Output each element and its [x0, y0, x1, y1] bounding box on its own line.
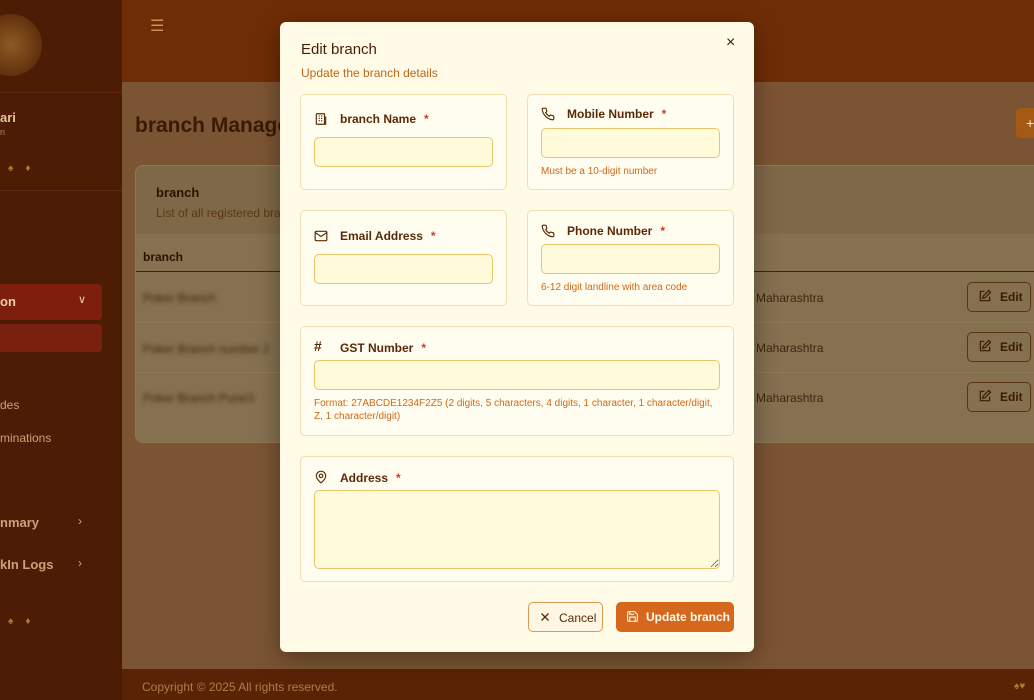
- table-cell-state: Maharashtra: [756, 341, 824, 355]
- sidebar-divider: [0, 92, 122, 93]
- edit-button-label: Edit: [1000, 340, 1023, 354]
- gst-number-hint: Format: 27ABCDE1234F2Z5 (2 digits, 5 cha…: [314, 398, 713, 422]
- chevron-right-icon: ›: [78, 514, 82, 528]
- chevron-right-icon: ›: [78, 556, 82, 570]
- phone-number-label: Phone Number *: [567, 224, 666, 238]
- gst-number-section: # GST Number * Format: 27ABCDE1234F2Z5 (2…: [300, 326, 734, 436]
- email-address-input[interactable]: [314, 254, 493, 284]
- table-cell-branch: Poker Branch: [143, 291, 216, 305]
- map-pin-icon: [315, 470, 327, 484]
- phone-number-input[interactable]: [541, 244, 720, 274]
- address-label: Address *: [340, 471, 401, 485]
- edit-icon: [979, 389, 992, 402]
- column-header-branch: branch: [143, 250, 184, 264]
- chevron-down-icon: ∨: [78, 294, 87, 306]
- edit-button-label: Edit: [1000, 390, 1023, 404]
- mail-icon: [314, 230, 328, 242]
- footer-copyright: Copyright © 2025 All rights reserved.: [142, 680, 338, 694]
- close-icon[interactable]: ×: [726, 34, 735, 52]
- card-subtitle: List of all registered bran: [156, 206, 288, 220]
- save-icon: [627, 611, 638, 622]
- address-textarea[interactable]: [314, 490, 720, 569]
- phone-icon: [541, 107, 555, 121]
- edit-button[interactable]: Edit: [967, 282, 1031, 312]
- phone-number-section: Phone Number * 6-12 digit landline with a…: [527, 210, 734, 306]
- sidebar-item-denominations[interactable]: minations: [0, 431, 51, 445]
- building-icon: [315, 113, 327, 125]
- decor-suits-icon: ♠♦: [8, 616, 43, 627]
- edit-icon: [979, 289, 992, 302]
- sidebar-active-label: on: [0, 294, 16, 309]
- decor-suits-icon: ♠♥: [1014, 681, 1026, 692]
- card-title: branch: [156, 185, 200, 200]
- modal-title: Edit branch: [301, 41, 377, 58]
- branch-name-label: branch Name *: [340, 112, 429, 126]
- decor-suits-icon: ♠♦: [8, 163, 43, 174]
- table-cell-branch: Poker Branch number 2: [143, 342, 270, 356]
- edit-branch-modal: Edit branch Update the branch details × …: [280, 22, 754, 652]
- gst-number-label: GST Number *: [340, 341, 427, 355]
- table-cell-state: Maharashtra: [756, 391, 824, 405]
- user-name: ari: [0, 110, 16, 125]
- table-cell-state: Maharashtra: [756, 291, 824, 305]
- edit-button-label: Edit: [1000, 290, 1023, 304]
- phone-icon: [541, 224, 555, 238]
- cancel-button-label: Cancel: [559, 611, 597, 625]
- sidebar-item-summary[interactable]: nmary: [0, 515, 39, 530]
- mobile-number-hint: Must be a 10-digit number: [541, 166, 658, 177]
- close-icon: [541, 613, 549, 621]
- phone-number-hint: 6-12 digit landline with area code: [541, 282, 688, 293]
- gst-number-input[interactable]: [314, 360, 720, 390]
- sidebar-item-codes[interactable]: des: [0, 398, 19, 412]
- user-role: n: [0, 127, 6, 137]
- menu-icon[interactable]: ☰: [150, 16, 164, 36]
- mobile-number-section: Mobile Number * Must be a 10-digit number: [527, 94, 734, 190]
- sidebar-divider: [0, 190, 122, 191]
- sidebar-subitem-active[interactable]: [0, 324, 102, 352]
- branch-name-input[interactable]: [314, 137, 493, 167]
- email-address-section: Email Address *: [300, 210, 507, 306]
- edit-button[interactable]: Edit: [967, 332, 1031, 362]
- edit-icon: [979, 339, 992, 352]
- sidebar-item-checkin-logs[interactable]: kIn Logs: [0, 557, 53, 572]
- email-address-label: Email Address *: [340, 229, 436, 243]
- update-branch-label: Update branch: [646, 610, 731, 624]
- add-branch-button[interactable]: +: [1016, 108, 1034, 138]
- mobile-number-label: Mobile Number *: [567, 107, 667, 121]
- hash-icon: #: [314, 338, 322, 354]
- edit-button[interactable]: Edit: [967, 382, 1031, 412]
- mobile-number-input[interactable]: [541, 128, 720, 158]
- table-cell-branch: Poker Branch Pune3: [143, 391, 254, 405]
- update-branch-button[interactable]: Update branch: [616, 602, 734, 632]
- modal-subtitle: Update the branch details: [301, 66, 438, 80]
- branch-name-section: branch Name *: [300, 94, 507, 190]
- page-title: branch Manage: [135, 114, 290, 137]
- cancel-button[interactable]: Cancel: [528, 602, 603, 632]
- address-section: Address *: [300, 456, 734, 582]
